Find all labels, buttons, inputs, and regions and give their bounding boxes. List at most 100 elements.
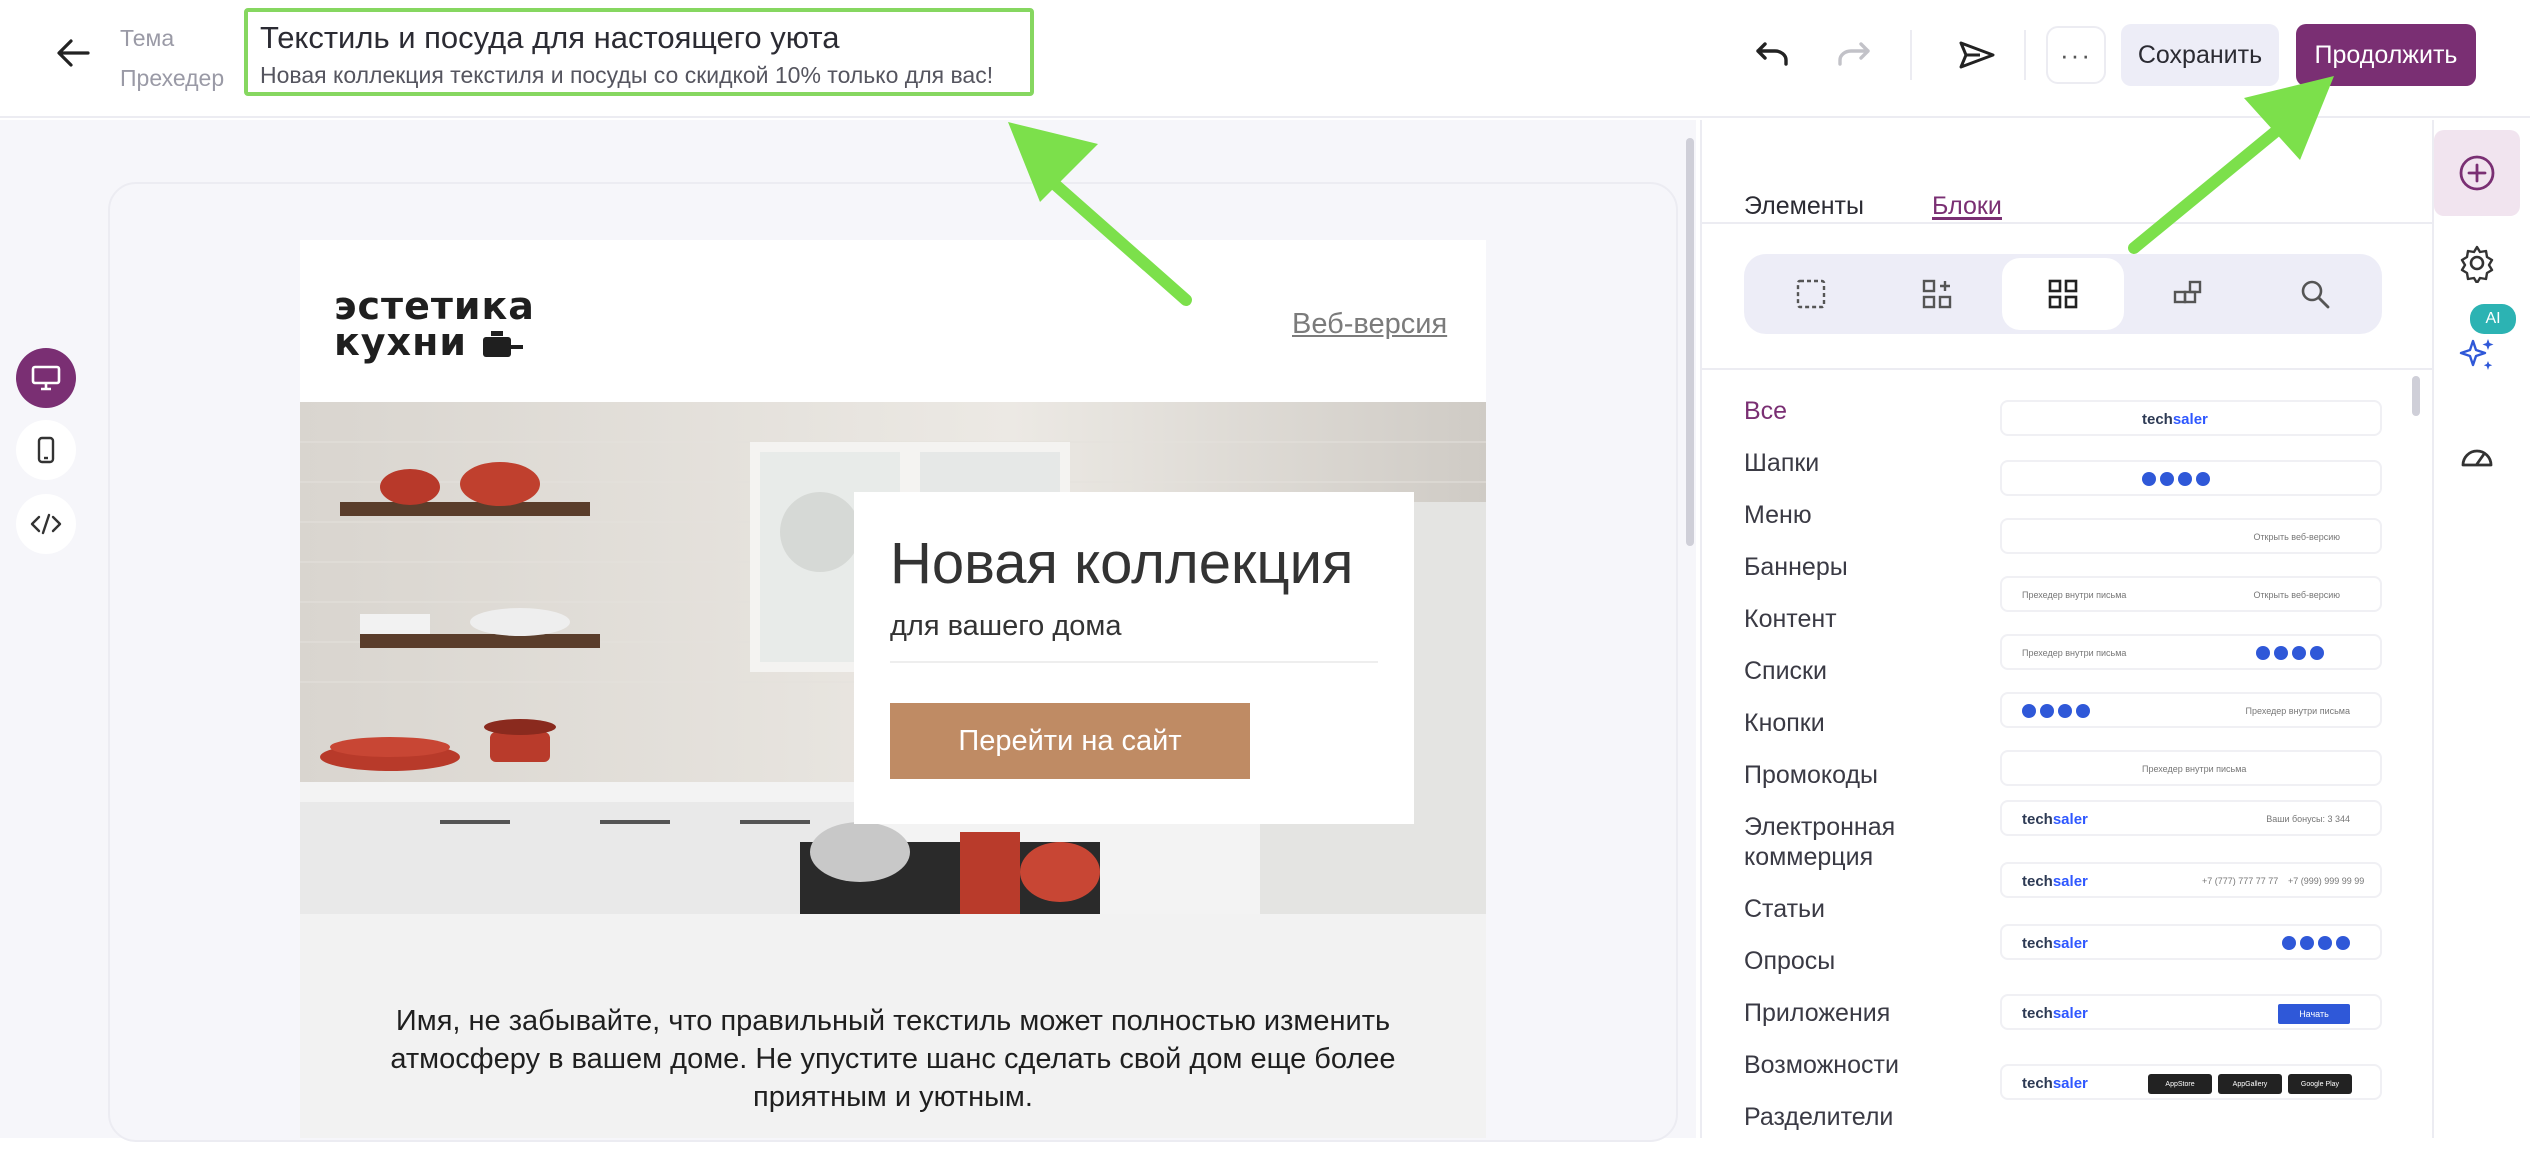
subject-input[interactable]: Текстиль и посуда для настоящего уюта <box>260 16 1018 60</box>
banner-card: Новая коллекция для вашего дома Перейти … <box>854 492 1414 824</box>
desktop-view-button[interactable] <box>16 348 76 408</box>
email-banner[interactable]: Новая коллекция для вашего дома Перейти … <box>300 402 1486 914</box>
brand-logo: эстетика кухни <box>334 284 535 361</box>
banner-subtitle: для вашего дома <box>890 610 1378 663</box>
active-tab-indicator <box>1932 217 2002 220</box>
more-button[interactable]: ··· <box>2046 26 2106 84</box>
category-menu[interactable]: Меню <box>1744 500 1964 530</box>
redo-icon <box>1838 42 1870 66</box>
gear-icon <box>2460 245 2494 283</box>
category-lists[interactable]: Списки <box>1744 656 1964 686</box>
redo-button[interactable] <box>1828 30 1878 80</box>
thumb-open-web: Открыть веб-версию <box>2253 590 2340 600</box>
undo-icon <box>1756 42 1788 66</box>
toolbar-divider <box>1910 30 1912 80</box>
thumb-store-2: AppGallery <box>2218 1074 2282 1094</box>
continue-button[interactable]: Продолжить <box>2296 24 2476 86</box>
block-filter-bar <box>1744 254 2382 334</box>
web-version-link[interactable]: Веб-версия <box>1292 308 1447 341</box>
social-dots <box>2282 936 2350 950</box>
social-dots <box>2022 704 2090 718</box>
thumb-preheader: Прехедер внутри письма <box>2245 706 2350 716</box>
logo-line-1: эстетика <box>334 284 535 328</box>
block-thumb-social-preheader[interactable]: Прехедер внутри письма <box>2000 692 2382 728</box>
category-apps[interactable]: Приложения <box>1744 998 1964 1028</box>
settings-rail-button[interactable] <box>2434 220 2520 306</box>
tab-elements[interactable]: Элементы <box>1744 192 1864 221</box>
block-thumb-logo-stores[interactable]: techsaler AppStore AppGallery Google Pla… <box>2000 1064 2382 1100</box>
category-all[interactable]: Все <box>1744 396 1964 426</box>
ai-rail-button[interactable] <box>2434 312 2520 398</box>
save-button[interactable]: Сохранить <box>2121 24 2279 86</box>
gauge-icon <box>2461 449 2493 467</box>
dashed-square-icon <box>1796 279 1826 309</box>
banner-title: Новая коллекция <box>890 531 1354 596</box>
toolbar-divider <box>2024 30 2026 80</box>
block-thumb-preheader-social[interactable]: Прехедер внутри письма <box>2000 634 2382 670</box>
code-icon <box>30 513 62 535</box>
category-articles[interactable]: Статьи <box>1744 894 1964 924</box>
sparkles-icon <box>2459 339 2494 370</box>
analytics-rail-button[interactable] <box>2434 412 2520 498</box>
pot-icon <box>483 331 524 357</box>
category-headers[interactable]: Шапки <box>1744 448 1964 478</box>
undo-button[interactable] <box>1748 30 1798 80</box>
block-thumb-logo-phones[interactable]: techsaler +7 (777) 777 77 77 +7 (999) 99… <box>2000 862 2382 898</box>
filter-saved-button[interactable] <box>2128 258 2250 330</box>
social-dots <box>2256 646 2324 660</box>
add-block-rail-button[interactable] <box>2434 130 2520 216</box>
thumb-store-1: AppStore <box>2148 1074 2212 1094</box>
back-button[interactable] <box>50 30 96 76</box>
thumb-brand: tech <box>2022 873 2053 890</box>
blocks-stack-icon <box>2173 280 2202 304</box>
tabs-divider <box>1702 222 2432 224</box>
thumb-brand-accent: saler <box>2052 1075 2088 1092</box>
top-bar: Тема Прехедер Текстиль и посуда для наст… <box>0 0 2530 118</box>
go-to-site-button[interactable]: Перейти на сайт <box>890 703 1250 779</box>
desktop-icon <box>31 365 61 391</box>
category-surveys[interactable]: Опросы <box>1744 946 1964 976</box>
block-thumb-preheader-center[interactable]: Прехедер внутри письма <box>2000 750 2382 786</box>
email-body-text: Имя, не забывайте, что правильный тексти… <box>390 1005 1396 1113</box>
thumb-store-3: Google Play <box>2288 1074 2352 1094</box>
block-thumb-social[interactable] <box>2000 460 2382 496</box>
back-arrow-icon <box>57 39 90 67</box>
block-thumb-logo-bonus[interactable]: techsaler Ваши бонусы: 3 344 <box>2000 800 2382 836</box>
thumb-phone-1: +7 (777) 777 77 77 <box>2202 876 2279 886</box>
block-thumb-preheader-web[interactable]: Прехедер внутри письма Открыть веб-верси… <box>2000 576 2382 612</box>
category-dividers[interactable]: Разделители <box>1744 1102 1964 1132</box>
category-buttons[interactable]: Кнопки <box>1744 708 1964 738</box>
logo-line-2: кухни <box>334 320 467 364</box>
subject-preheader-box[interactable]: Текстиль и посуда для настоящего уюта Но… <box>244 8 1034 96</box>
filter-search-button[interactable] <box>2254 258 2376 330</box>
block-thumb-logo-button[interactable]: techsaler Начать <box>2000 994 2382 1030</box>
subject-label: Тема <box>120 25 175 51</box>
code-view-button[interactable] <box>16 494 76 554</box>
category-features[interactable]: Возможности <box>1744 1050 1964 1080</box>
filter-add-block-button[interactable] <box>1876 258 1998 330</box>
thumb-brand: tech <box>2022 1075 2053 1092</box>
block-thumb-logo[interactable]: techsaler <box>2000 400 2382 436</box>
thumb-bonuses: Ваши бонусы: 3 344 <box>2266 814 2350 824</box>
block-thumb-webversion[interactable]: Открыть веб-версию <box>2000 518 2382 554</box>
category-content[interactable]: Контент <box>1744 604 1964 634</box>
panel-divider <box>1702 368 2432 370</box>
preheader-label: Прехедер <box>120 65 225 91</box>
category-promocodes[interactable]: Промокоды <box>1744 760 1964 790</box>
preheader-input[interactable]: Новая коллекция текстиля и посуды со ски… <box>260 60 1018 90</box>
category-ecommerce[interactable]: Электронная коммерция <box>1744 812 1964 872</box>
thumb-brand-accent: saler <box>2052 811 2088 828</box>
category-list: Все Шапки Меню Баннеры Контент Списки Кн… <box>1744 396 1964 1154</box>
grid-icon <box>2048 279 2078 309</box>
filter-grid-button[interactable] <box>2002 258 2124 330</box>
thumb-open-web: Открыть веб-версию <box>2253 532 2340 542</box>
panel-scrollbar[interactable] <box>2412 376 2420 416</box>
thumb-brand: tech <box>2022 811 2053 828</box>
thumb-preheader: Прехедер внутри письма <box>2142 764 2247 774</box>
category-banners[interactable]: Баннеры <box>1744 552 1964 582</box>
filter-empty-button[interactable] <box>1750 258 1872 330</box>
block-thumb-logo-social[interactable]: techsaler <box>2000 924 2382 960</box>
send-test-button[interactable] <box>1952 30 2002 80</box>
mobile-view-button[interactable] <box>16 420 76 480</box>
canvas-scrollbar[interactable] <box>1686 138 1694 546</box>
